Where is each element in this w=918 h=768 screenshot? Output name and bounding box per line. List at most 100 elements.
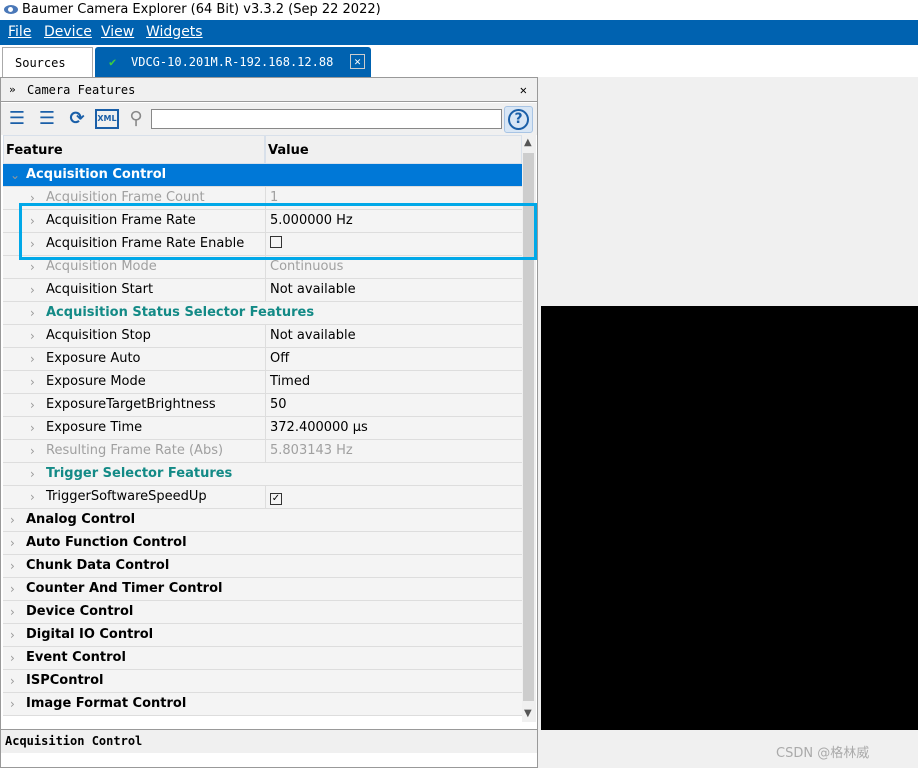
- table-row[interactable]: › Exposure Time 372.400000 µs: [3, 417, 522, 440]
- menu-bar: File Device View Widgets: [0, 20, 918, 45]
- chevron-right-icon[interactable]: ›: [30, 486, 35, 508]
- tab-sources[interactable]: Sources: [2, 47, 93, 77]
- camera-features-panel: » Camera Features ✕ ☰ ☰ ⟳ XML ⚲ ? Feature V…: [0, 77, 538, 768]
- table-row[interactable]: › Acquisition Start Not available: [3, 279, 522, 302]
- chevron-right-icon[interactable]: ›: [30, 394, 35, 416]
- feature-name: Acquisition Control: [26, 167, 167, 182]
- table-row[interactable]: › Acquisition Stop Not available: [3, 325, 522, 348]
- feature-name: Acquisition Start: [46, 282, 154, 297]
- column-feature[interactable]: Feature: [3, 135, 265, 164]
- description-pane: Acquisition Control: [1, 729, 537, 753]
- value-cell[interactable]: Not available: [265, 325, 522, 347]
- watermark: CSDN @格林威: [776, 746, 870, 761]
- feature-name: Chunk Data Control: [26, 558, 170, 573]
- chevron-right-icon[interactable]: ›: [30, 440, 35, 462]
- feature-name: Acquisition Stop: [46, 328, 151, 343]
- chevron-right-icon[interactable]: ›: [10, 647, 15, 669]
- feature-name: Exposure Time: [46, 420, 143, 435]
- table-row[interactable]: › Exposure Mode Timed: [3, 371, 522, 394]
- chevron-right-icon[interactable]: ›: [10, 578, 15, 600]
- value-cell[interactable]: ✓: [265, 486, 522, 508]
- chevron-right-icon[interactable]: ›: [10, 624, 15, 646]
- highlight-box: [19, 203, 537, 260]
- table-row[interactable]: ⌄ Acquisition Control: [3, 164, 522, 187]
- panel-title: Camera Features: [27, 83, 136, 97]
- feature-name: Digital IO Control: [26, 627, 154, 642]
- chevron-right-icon[interactable]: ›: [10, 509, 15, 531]
- menu-view[interactable]: View: [101, 20, 134, 45]
- chevron-right-icon[interactable]: ›: [10, 532, 15, 554]
- panel-header: » Camera Features ✕: [1, 78, 537, 102]
- table-header: Feature Value: [3, 135, 522, 164]
- table-row[interactable]: › Analog Control: [3, 509, 522, 532]
- feature-name: Resulting Frame Rate (Abs): [46, 443, 224, 458]
- feature-name: Exposure Mode: [46, 374, 146, 389]
- table-row[interactable]: › Resulting Frame Rate (Abs) 5.803143 Hz: [3, 440, 522, 463]
- table-row[interactable]: › Acquisition Status Selector Features: [3, 302, 522, 325]
- feature-name: TriggerSoftwareSpeedUp: [46, 489, 207, 504]
- menu-file[interactable]: File: [8, 20, 31, 45]
- feature-name: Auto Function Control: [26, 535, 187, 550]
- chevron-right-icon[interactable]: ›: [30, 417, 35, 439]
- table-row[interactable]: › Exposure Auto Off: [3, 348, 522, 371]
- value-cell[interactable]: Off: [265, 348, 522, 370]
- value-cell[interactable]: 50: [265, 394, 522, 416]
- chevron-right-icon[interactable]: ›: [30, 302, 35, 324]
- table-row[interactable]: › ISPControl: [3, 670, 522, 693]
- feature-name: Trigger Selector Features: [46, 466, 233, 481]
- scroll-up-icon[interactable]: ▲: [524, 137, 532, 148]
- table-row[interactable]: › Image Format Control: [3, 693, 522, 716]
- camera-image: [541, 306, 918, 730]
- xml-icon[interactable]: XML: [95, 109, 119, 129]
- feature-name: Counter And Timer Control: [26, 581, 223, 596]
- table-row[interactable]: › Event Control: [3, 647, 522, 670]
- menu-device[interactable]: Device: [44, 20, 92, 45]
- chevron-right-icon[interactable]: ›: [10, 601, 15, 623]
- value-cell[interactable]: Not available: [265, 279, 522, 301]
- menu-widgets[interactable]: Widgets: [146, 20, 203, 45]
- checkbox[interactable]: ✓: [270, 493, 282, 505]
- table-row[interactable]: › Digital IO Control: [3, 624, 522, 647]
- table-row[interactable]: › Chunk Data Control: [3, 555, 522, 578]
- chevron-right-icon[interactable]: ›: [30, 371, 35, 393]
- value-cell[interactable]: 5.803143 Hz: [265, 440, 522, 462]
- search-input[interactable]: [151, 109, 502, 129]
- tab-device[interactable]: ✔ VDCG-10.201M.R-192.168.12.88 ✕: [95, 47, 371, 77]
- collapse-tree-icon[interactable]: ☰: [35, 107, 59, 131]
- chevron-right-icon[interactable]: ›: [30, 279, 35, 301]
- collapse-chevron-icon[interactable]: »: [9, 78, 16, 102]
- expand-tree-icon[interactable]: ☰: [5, 107, 29, 131]
- table-row[interactable]: › Device Control: [3, 601, 522, 624]
- chevron-right-icon[interactable]: ›: [30, 325, 35, 347]
- refresh-icon[interactable]: ⟳: [65, 107, 89, 131]
- chevron-right-icon[interactable]: ›: [30, 348, 35, 370]
- chevron-right-icon[interactable]: ›: [10, 693, 15, 715]
- check-icon: ✔: [109, 55, 117, 69]
- feature-name: Event Control: [26, 650, 126, 665]
- feature-name: Analog Control: [26, 512, 136, 527]
- device-tab-label: VDCG-10.201M.R-192.168.12.88: [131, 55, 334, 69]
- tab-bar: Sources ✔ VDCG-10.201M.R-192.168.12.88 ✕: [0, 45, 918, 77]
- table-row[interactable]: › TriggerSoftwareSpeedUp ✓: [3, 486, 522, 509]
- table-row[interactable]: › Counter And Timer Control: [3, 578, 522, 601]
- chevron-right-icon[interactable]: ›: [10, 555, 15, 577]
- column-value[interactable]: Value: [265, 135, 522, 164]
- chevron-down-icon[interactable]: ⌄: [10, 164, 20, 186]
- chevron-right-icon[interactable]: ›: [30, 463, 35, 485]
- table-row[interactable]: › Auto Function Control: [3, 532, 522, 555]
- window-title: Baumer Camera Explorer (64 Bit) v3.3.2 (…: [22, 2, 381, 17]
- value-cell[interactable]: Timed: [265, 371, 522, 393]
- table-row[interactable]: › Trigger Selector Features: [3, 463, 522, 486]
- feature-name: Acquisition Status Selector Features: [46, 305, 315, 320]
- help-button[interactable]: ?: [504, 106, 533, 133]
- table-row[interactable]: › ExposureTargetBrightness 50: [3, 394, 522, 417]
- search-icon: ⚲: [129, 108, 143, 129]
- feature-name: Device Control: [26, 604, 134, 619]
- feature-name: Image Format Control: [26, 696, 187, 711]
- chevron-right-icon[interactable]: ›: [10, 670, 15, 692]
- scroll-down-icon[interactable]: ▼: [524, 708, 532, 719]
- close-panel-icon[interactable]: ✕: [520, 78, 527, 102]
- close-tab-icon[interactable]: ✕: [350, 54, 365, 69]
- value-cell[interactable]: 372.400000 µs: [265, 417, 522, 439]
- feature-name: ExposureTargetBrightness: [46, 397, 216, 412]
